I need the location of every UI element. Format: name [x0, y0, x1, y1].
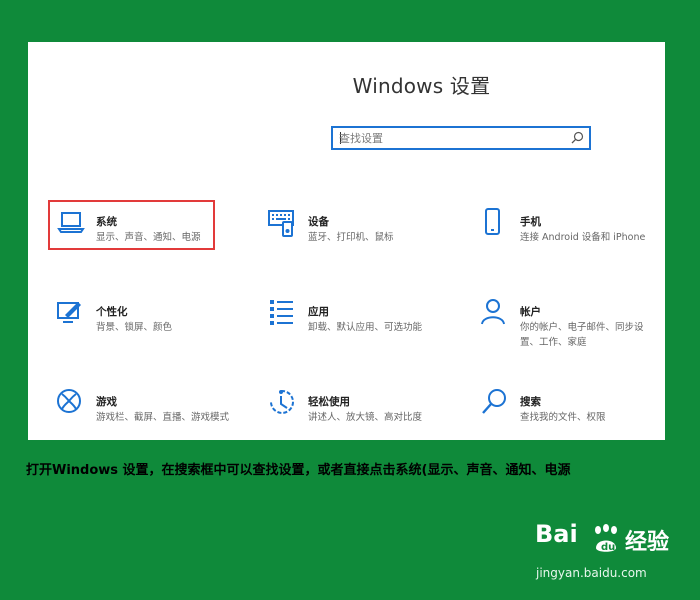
watermark-product: 经验	[625, 530, 670, 555]
tile-name: 设备	[308, 216, 329, 228]
apps-list-icon	[270, 300, 293, 325]
tile-description: 讲述人、放大镜、高对比度	[308, 412, 423, 423]
tile-accounts[interactable]: 帐户 你的帐户、电子邮件、同步设置、工作、家庭	[480, 298, 660, 358]
tile-search[interactable]: 搜索 查找我的文件、权限	[480, 388, 660, 448]
laptop-icon	[57, 212, 85, 233]
watermark-url: jingyan.baidu.com	[536, 566, 647, 580]
phone-icon	[485, 208, 500, 235]
brush-icon	[57, 302, 81, 323]
tile-name: 帐户	[520, 306, 541, 318]
tile-phone[interactable]: 手机 连接 Android 设备和 iPhone	[480, 208, 660, 268]
tile-description: 连接 Android 设备和 iPhone	[520, 232, 646, 243]
tile-description: 蓝牙、打印机、鼠标	[308, 232, 394, 243]
paw-logo-icon: du	[595, 524, 617, 553]
tile-name: 搜索	[520, 396, 541, 408]
tile-name: 游戏	[96, 396, 117, 408]
tile-description: 背景、锁屏、颜色	[96, 322, 173, 333]
tile-devices[interactable]: 设备 蓝牙、打印机、鼠标	[268, 208, 448, 268]
tile-apps[interactable]: 应用 卸载、默认应用、可选功能	[268, 298, 448, 358]
caption-text: 打开Windows 设置，在搜索框中可以查找设置，或者直接点击系统(显示、声音、…	[26, 463, 571, 478]
page-title: Windows 设置	[352, 74, 491, 98]
svg-text:du: du	[601, 542, 615, 553]
tile-description: 显示、声音、通知、电源	[96, 232, 201, 243]
tile-name: 轻松使用	[308, 396, 350, 408]
tile-ease-of-access[interactable]: 轻松使用 讲述人、放大镜、高对比度	[268, 388, 448, 448]
tile-personalization[interactable]: 个性化 背景、锁屏、颜色	[56, 298, 236, 358]
search-box[interactable]	[331, 126, 591, 150]
person-icon	[481, 299, 505, 325]
tile-system[interactable]: 系统 显示、声音、通知、电源	[56, 208, 236, 268]
magnifier-icon	[482, 389, 506, 414]
ease-of-access-icon	[270, 389, 294, 414]
tile-name: 个性化	[96, 306, 128, 318]
xbox-icon	[57, 389, 81, 413]
tile-description: 查找我的文件、权限	[520, 412, 606, 423]
settings-window: Windows 设置 系统 显示、声音、通知、电源	[28, 42, 665, 440]
search-input[interactable]	[339, 130, 559, 146]
tile-name: 手机	[520, 216, 541, 228]
watermark-brand: Bai	[535, 520, 578, 548]
tile-name: 应用	[308, 306, 329, 318]
tile-name: 系统	[96, 216, 117, 228]
baidu-jingyan-watermark: Bai du 经验 jingyan.baidu.com	[535, 520, 695, 590]
tile-description: 你的帐户、电子邮件、同步设置、工作、家庭	[520, 322, 644, 348]
keyboard-icon	[268, 210, 294, 237]
tile-description: 游戏栏、截屏、直播、游戏模式	[96, 412, 230, 423]
tile-description: 卸载、默认应用、可选功能	[308, 322, 423, 333]
search-icon[interactable]	[570, 131, 584, 145]
tile-gaming[interactable]: 游戏 游戏栏、截屏、直播、游戏模式	[56, 388, 236, 448]
